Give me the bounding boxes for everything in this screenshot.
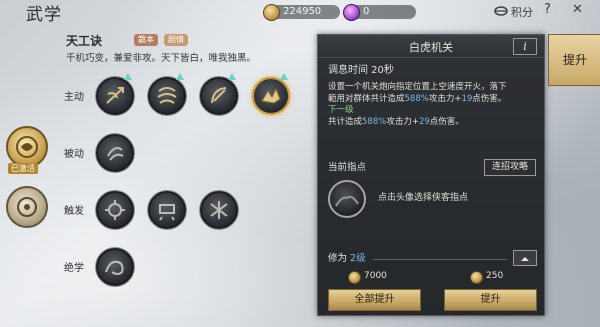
skill-icon-trigger-2[interactable]: [148, 191, 186, 229]
level-row: 修为 2级: [328, 253, 366, 265]
desc-text: 範用对群体共计造成: [328, 93, 405, 104]
crossbow-mechanism-icon: [210, 201, 228, 219]
level-dropdown-button[interactable]: [513, 250, 537, 266]
gold-currency: 224950: [263, 4, 340, 21]
damage-flat: 19: [461, 93, 473, 104]
close-button[interactable]: ✕: [572, 2, 583, 17]
upgrade-all-button[interactable]: 全部提升: [328, 289, 421, 311]
row-label-passive: 被动: [64, 149, 84, 160]
help-button[interactable]: ?: [544, 2, 551, 17]
damage-flat: 29: [418, 116, 430, 127]
skill-icon-active-4-selected[interactable]: [252, 77, 290, 115]
gem-icon: [343, 4, 360, 21]
school-emblem-icon: [16, 136, 38, 158]
gold-amount: 224950: [283, 6, 322, 17]
panel-header: 白虎机关 i: [318, 35, 544, 58]
skill-description-line1: 设置一个机关炮向指定位置上空速度开火，落下: [328, 82, 507, 92]
skill-icon-passive-1[interactable]: [96, 134, 134, 172]
coin-icon: [263, 4, 280, 21]
level-divider: [373, 259, 507, 260]
bow-icon: [211, 87, 227, 104]
dragon-mechanism-icon: [105, 260, 124, 275]
desc-text: 点伤害。: [429, 116, 464, 127]
skill-group-title: 天工诀: [66, 34, 103, 48]
next-level-description: 共计造成588%攻击力+29点伤害。: [328, 117, 464, 129]
guidance-label: 当前指点: [328, 162, 367, 173]
points-label: 积分: [511, 6, 533, 19]
upgrade-cost: 250: [486, 271, 504, 281]
whirlwind-icon: [157, 87, 177, 104]
damage-percent: 588%: [362, 116, 387, 127]
upgrade-all-cost: 7000: [364, 271, 387, 281]
portrait-hint: 点击头像选择侠客指点: [378, 193, 469, 203]
desc-text: 攻击力+: [428, 93, 462, 104]
tiger-mechanism-icon: [261, 87, 281, 104]
combo-guide-button[interactable]: 连招攻略: [484, 159, 536, 176]
level-value: 2级: [350, 253, 366, 264]
row-label-trigger: 触发: [64, 206, 84, 217]
points-button[interactable]: 积分: [494, 3, 534, 19]
damage-percent: 588%: [404, 93, 429, 104]
next-level-label: 下一级: [328, 105, 354, 115]
desc-text: 点伤害。: [472, 93, 507, 104]
skill-icon-active-3[interactable]: [200, 77, 238, 115]
activated-school-badge[interactable]: [6, 126, 48, 168]
tab-upgrade[interactable]: 提升: [548, 34, 600, 86]
coin-icon: [348, 271, 361, 284]
gear-icon: [105, 200, 125, 220]
cooldown-text: 调息时间 20秒: [328, 65, 394, 76]
school-badge-secondary[interactable]: [6, 186, 48, 228]
hero-silhouette-icon: [335, 195, 359, 207]
hero-portrait-slot[interactable]: [328, 180, 366, 218]
claw-icon: [107, 147, 124, 161]
skill-icon-trigger-3[interactable]: [200, 191, 238, 229]
coin-icon: [470, 271, 483, 284]
tag-juqing: 剧情: [164, 34, 188, 46]
top-bar: 武学 224950 0 积分 ? ✕: [0, 0, 600, 26]
school-emblem-icon: [17, 197, 37, 217]
upgrade-arrow-icon: [124, 73, 132, 80]
skill-icon-ultimate-1[interactable]: [96, 248, 134, 286]
upgrade-arrow-icon: [228, 73, 236, 80]
desc-text: 共计造成: [328, 116, 363, 127]
desc-text: 攻击力+: [386, 116, 419, 127]
skill-icon-active-2[interactable]: [148, 77, 186, 115]
skill-description-line2: 範用对群体共计造成588%攻击力+19点伤害。: [328, 94, 506, 106]
caret-up-icon: [521, 257, 529, 261]
level-label: 修为: [328, 253, 348, 264]
activated-label: 已激活: [8, 163, 38, 174]
tag-sanben: 散本: [134, 34, 158, 46]
row-label-ultimate: 绝学: [64, 263, 84, 274]
skill-icon-active-1[interactable]: [96, 77, 134, 115]
page-title: 武学: [26, 5, 62, 25]
gem-amount: 0: [363, 6, 370, 17]
skill-name: 白虎机关: [409, 41, 453, 54]
crossbow-icon: [106, 87, 124, 104]
cannon-icon: [159, 204, 175, 221]
skill-detail-panel: 白虎机关 i 调息时间 20秒 设置一个机关炮向指定位置上空速度开火，落下 範用…: [317, 34, 545, 316]
skill-icon-trigger-1[interactable]: [96, 191, 134, 229]
gem-currency: 0: [343, 4, 416, 21]
row-label-active: 主动: [64, 92, 84, 103]
upgrade-button[interactable]: 提升: [444, 289, 537, 311]
skill-group-description: 千机巧变，兼爱非攻。天下皆白，唯我独黑。: [66, 53, 257, 64]
info-button[interactable]: i: [513, 38, 537, 55]
upgrade-arrow-icon: [176, 73, 184, 80]
upgrade-arrow-icon: [280, 73, 288, 80]
